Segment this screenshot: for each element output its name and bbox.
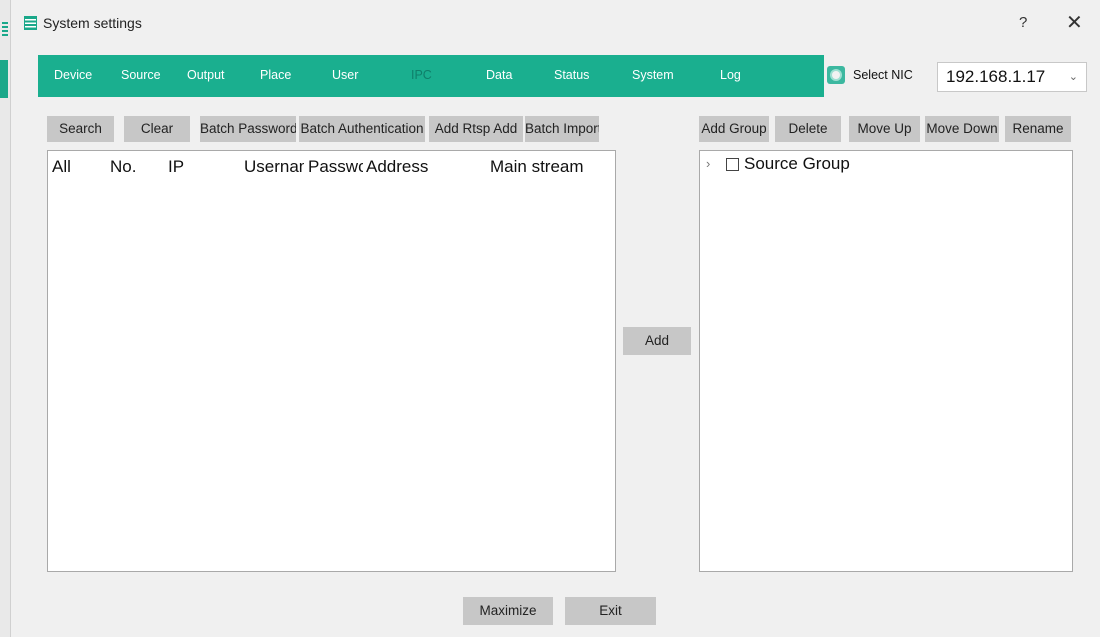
batch-password-button[interactable]: Batch Password: [200, 116, 296, 142]
background-accent-tab: [0, 60, 8, 98]
select-nic-label: Select NIC: [853, 68, 913, 82]
tab-log[interactable]: Log: [720, 68, 741, 82]
tab-status[interactable]: Status: [554, 68, 589, 82]
chevron-right-icon[interactable]: ›: [706, 156, 710, 171]
system-settings-window: System settings ? ✕ Device Source Output…: [10, 0, 1100, 637]
app-grid-icon: [24, 16, 37, 30]
rename-button[interactable]: Rename: [1005, 116, 1071, 142]
add-rtsp-button[interactable]: Add Rtsp Add: [429, 116, 523, 142]
maximize-button[interactable]: Maximize: [463, 597, 553, 625]
nic-select-value: 192.168.1.17: [946, 67, 1046, 86]
tab-system[interactable]: System: [632, 68, 674, 82]
batch-import-button[interactable]: Batch Import: [525, 116, 599, 142]
column-all[interactable]: All: [52, 157, 71, 177]
column-ip[interactable]: IP: [168, 157, 184, 177]
column-password[interactable]: Password: [308, 157, 363, 177]
tab-data[interactable]: Data: [486, 68, 512, 82]
nic-select[interactable]: 192.168.1.17 ⌄: [937, 62, 1087, 92]
clear-button[interactable]: Clear: [124, 116, 190, 142]
column-no[interactable]: No.: [110, 157, 136, 177]
title-bar: System settings ? ✕: [11, 0, 1100, 46]
exit-button[interactable]: Exit: [565, 597, 656, 625]
help-button[interactable]: ?: [1019, 14, 1027, 31]
add-button[interactable]: Add: [623, 327, 691, 355]
source-group-tree[interactable]: › Source Group: [699, 150, 1073, 572]
tab-output[interactable]: Output: [187, 68, 225, 82]
tree-item-label: Source Group: [744, 154, 850, 173]
search-button[interactable]: Search: [47, 116, 114, 142]
delete-button[interactable]: Delete: [775, 116, 841, 142]
column-username[interactable]: Username: [244, 157, 304, 177]
move-down-button[interactable]: Move Down: [925, 116, 999, 142]
tab-ipc[interactable]: IPC: [411, 68, 432, 82]
batch-authentication-button[interactable]: Batch Authentication: [299, 116, 425, 142]
tab-user[interactable]: User: [332, 68, 358, 82]
background-window-strip: [0, 0, 10, 637]
window-title: System settings: [43, 15, 142, 31]
chevron-down-icon: ⌄: [1068, 71, 1078, 83]
tab-device[interactable]: Device: [54, 68, 92, 82]
gear-icon[interactable]: [827, 66, 845, 84]
move-up-button[interactable]: Move Up: [849, 116, 920, 142]
tab-source[interactable]: Source: [121, 68, 161, 82]
tab-place[interactable]: Place: [260, 68, 291, 82]
background-app-icon: [2, 22, 8, 38]
close-button[interactable]: ✕: [1066, 10, 1083, 35]
ipc-device-table[interactable]: All No. IP Username Password Address Mai…: [47, 150, 616, 572]
column-main-stream[interactable]: Main stream: [490, 157, 584, 177]
column-address[interactable]: Address: [366, 157, 428, 177]
add-group-button[interactable]: Add Group: [699, 116, 769, 142]
settings-nav-bar: Device Source Output Place User IPC Data…: [38, 55, 824, 97]
source-group-checkbox[interactable]: [726, 158, 739, 171]
